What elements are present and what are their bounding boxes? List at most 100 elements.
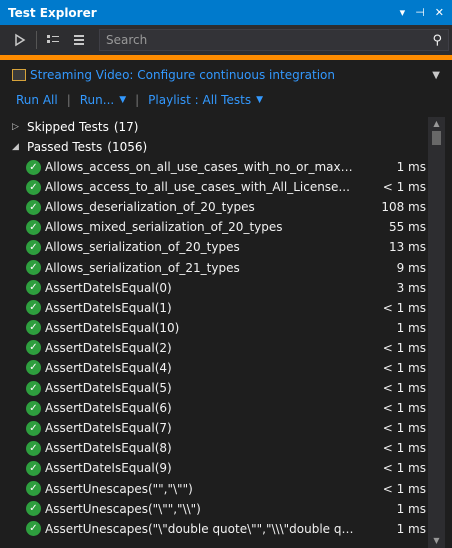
- search-icon[interactable]: ⚲: [432, 33, 442, 48]
- passed-check-icon: ✓: [26, 501, 41, 517]
- run-dropdown-icon[interactable]: ▼: [119, 95, 126, 105]
- close-icon[interactable]: ✕: [435, 6, 444, 19]
- test-row[interactable]: ✓ AssertUnescapes("\"double quote\"","\\\…: [0, 519, 428, 539]
- group-count: (1056): [107, 140, 148, 154]
- test-row[interactable]: ✓ AssertDateIsEqual(9) < 1 ms: [0, 458, 428, 478]
- test-row[interactable]: ✓ Allows_deserialization_of_20_types 108 m…: [0, 197, 428, 217]
- scroll-up-icon[interactable]: ▲: [428, 117, 445, 131]
- test-row[interactable]: ✓ AssertUnescapes("\"","\\") 1 ms: [0, 499, 428, 519]
- test-row[interactable]: ✓ Allows_serialization_of_21_types 9 ms: [0, 257, 428, 277]
- playlist-header[interactable]: Streaming Video: Configure continuous in…: [0, 62, 452, 88]
- test-row[interactable]: ✓ Allows_serialization_of_20_types 13 ms: [0, 237, 428, 257]
- action-separator: |: [66, 93, 71, 107]
- pin-icon[interactable]: ⊣: [415, 6, 425, 19]
- test-duration: < 1 ms: [382, 300, 426, 315]
- window-title: Test Explorer: [8, 5, 97, 20]
- status-bar: [0, 55, 452, 60]
- test-row[interactable]: ✓ Allows_mixed_serialization_of_20_types 5…: [0, 217, 428, 237]
- dropdown-icon[interactable]: ▾: [400, 6, 406, 19]
- test-duration: 1 ms: [396, 521, 426, 536]
- test-name: AssertUnescapes("\"double quote\"","\\\"…: [45, 521, 354, 536]
- collapse-icon[interactable]: ◢: [12, 142, 24, 152]
- test-name: Allows_serialization_of_20_types: [45, 240, 240, 255]
- test-name: AssertUnescapes("","\""): [45, 481, 193, 496]
- test-row[interactable]: ✓ Allows_access_on_all_use_cases_with_no_…: [0, 157, 428, 177]
- group-name: Skipped Tests: [27, 120, 109, 134]
- title-bar-icons: ▾ ⊣ ✕: [400, 6, 452, 19]
- playlist-icon[interactable]: [69, 30, 89, 50]
- test-name: Allows_deserialization_of_20_types: [45, 200, 255, 215]
- passed-check-icon: ✓: [26, 460, 41, 476]
- test-name: AssertDateIsEqual(10): [45, 320, 180, 335]
- action-bar: Run All | Run... ▼ | Playlist : All Test…: [0, 89, 452, 111]
- passed-check-icon: ✓: [26, 300, 41, 316]
- test-row[interactable]: ✓ AssertDateIsEqual(4) < 1 ms: [0, 358, 428, 378]
- test-duration: 55 ms: [388, 220, 426, 235]
- test-duration: < 1 ms: [382, 461, 426, 476]
- test-row[interactable]: ✓ AssertDateIsEqual(8) < 1 ms: [0, 438, 428, 458]
- test-duration: < 1 ms: [382, 381, 426, 396]
- vertical-scrollbar[interactable]: ▲ ▼: [428, 117, 445, 548]
- passed-check-icon: ✓: [26, 260, 41, 276]
- playlist-file-icon: [12, 69, 26, 81]
- expand-icon[interactable]: ▷: [12, 122, 24, 132]
- playlist-name[interactable]: Streaming Video: Configure continuous in…: [30, 68, 335, 82]
- group-skipped-tests[interactable]: ▷ Skipped Tests (17): [0, 117, 428, 137]
- title-bar: Test Explorer ▾ ⊣ ✕: [0, 0, 452, 25]
- toolbar-divider: [36, 31, 37, 49]
- passed-test-list: ✓ Allows_access_on_all_use_cases_with_no_…: [0, 157, 428, 539]
- test-name: Allows_mixed_serialization_of_20_types: [45, 220, 283, 235]
- test-name: AssertDateIsEqual(5): [45, 381, 172, 396]
- chevron-down-icon[interactable]: ▼: [432, 70, 440, 81]
- toolbar: ⚲: [0, 25, 452, 55]
- test-duration: < 1 ms: [382, 481, 426, 496]
- passed-check-icon: ✓: [26, 521, 41, 537]
- group-passed-tests[interactable]: ◢ Passed Tests (1056): [0, 137, 428, 157]
- test-duration: 1 ms: [396, 320, 426, 335]
- passed-check-icon: ✓: [26, 239, 41, 255]
- playlist-dropdown-icon[interactable]: ▼: [256, 95, 263, 105]
- search-box[interactable]: ⚲: [99, 29, 449, 51]
- passed-check-icon: ✓: [26, 360, 41, 376]
- passed-check-icon: ✓: [26, 159, 41, 175]
- test-duration: < 1 ms: [382, 421, 426, 436]
- test-name: AssertDateIsEqual(8): [45, 441, 172, 456]
- run-icon[interactable]: [10, 30, 30, 50]
- run-all-link[interactable]: Run All: [16, 93, 58, 107]
- test-duration: < 1 ms: [382, 360, 426, 375]
- passed-check-icon: ✓: [26, 280, 41, 296]
- test-row[interactable]: ✓ AssertUnescapes("","\"") < 1 ms: [0, 479, 428, 499]
- passed-check-icon: ✓: [26, 199, 41, 215]
- scroll-down-icon[interactable]: ▼: [428, 534, 445, 548]
- test-row[interactable]: ✓ AssertDateIsEqual(2) < 1 ms: [0, 338, 428, 358]
- group-name: Passed Tests: [27, 140, 103, 154]
- test-duration: < 1 ms: [382, 340, 426, 355]
- passed-check-icon: ✓: [26, 179, 41, 195]
- test-name: AssertDateIsEqual(1): [45, 300, 172, 315]
- test-name: AssertUnescapes("\"","\\"): [45, 501, 201, 516]
- test-row[interactable]: ✓ AssertDateIsEqual(1) < 1 ms: [0, 298, 428, 318]
- test-row[interactable]: ✓ AssertDateIsEqual(5) < 1 ms: [0, 378, 428, 398]
- test-row[interactable]: ✓ AssertDateIsEqual(6) < 1 ms: [0, 398, 428, 418]
- test-name: AssertDateIsEqual(9): [45, 461, 172, 476]
- test-duration: 108 ms: [381, 200, 426, 215]
- test-row[interactable]: ✓ Allows_access_to_all_use_cases_with_All…: [0, 177, 428, 197]
- passed-check-icon: ✓: [26, 440, 41, 456]
- test-duration: < 1 ms: [382, 441, 426, 456]
- test-duration: < 1 ms: [382, 401, 426, 416]
- action-separator: |: [135, 93, 140, 107]
- test-name: AssertDateIsEqual(7): [45, 421, 172, 436]
- test-row[interactable]: ✓ AssertDateIsEqual(10) 1 ms: [0, 318, 428, 338]
- test-row[interactable]: ✓ AssertDateIsEqual(7) < 1 ms: [0, 418, 428, 438]
- run-link[interactable]: Run...: [80, 93, 114, 107]
- passed-check-icon: ✓: [26, 219, 41, 235]
- scroll-thumb[interactable]: [432, 131, 441, 145]
- passed-check-icon: ✓: [26, 340, 41, 356]
- playlist-link[interactable]: Playlist : All Tests: [148, 93, 251, 107]
- test-duration: 13 ms: [388, 240, 426, 255]
- passed-check-icon: ✓: [26, 380, 41, 396]
- test-duration: 3 ms: [396, 280, 426, 295]
- search-input[interactable]: [106, 33, 406, 47]
- test-row[interactable]: ✓ AssertDateIsEqual(0) 3 ms: [0, 278, 428, 298]
- group-by-icon[interactable]: [43, 30, 63, 50]
